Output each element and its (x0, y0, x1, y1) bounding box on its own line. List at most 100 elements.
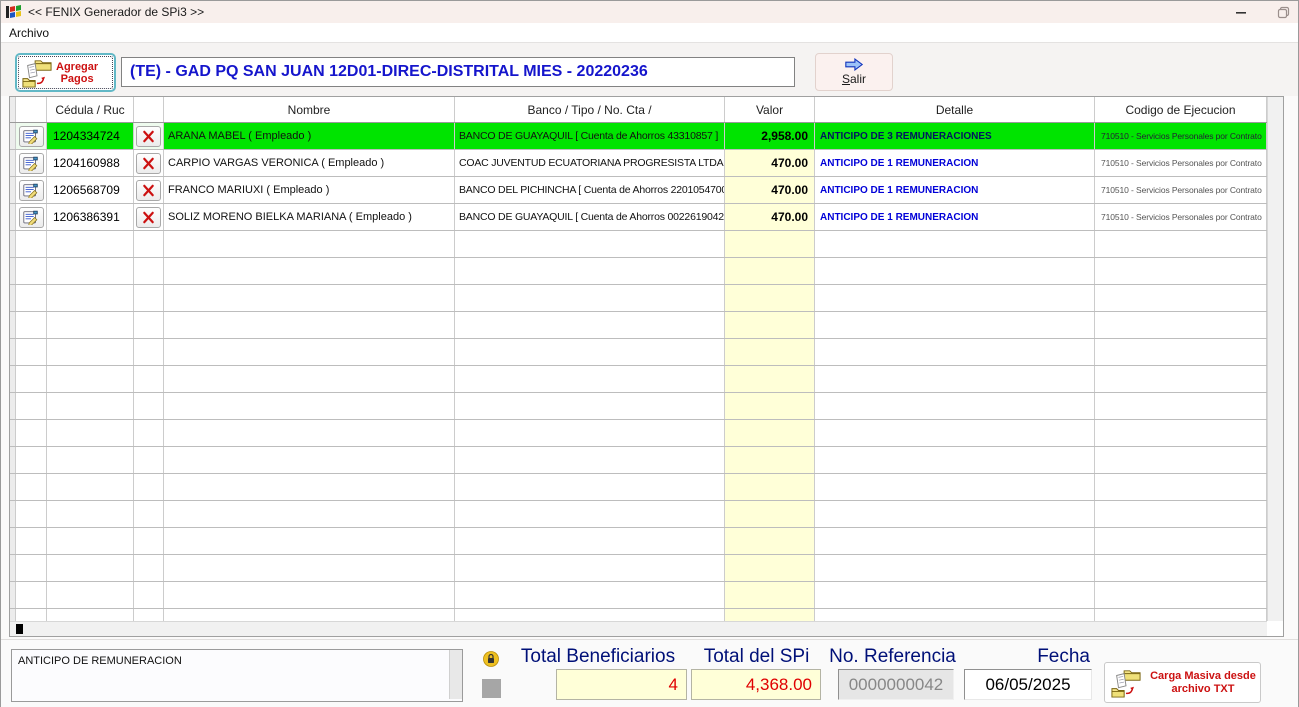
delete-cell (134, 555, 164, 581)
codigo-cell (1095, 609, 1267, 621)
bulk-load-folder-icon (1110, 668, 1142, 698)
cedula-cell (47, 528, 134, 554)
minimize-button-icon[interactable] (1232, 3, 1250, 21)
delete-cell (134, 420, 164, 446)
detalle-memo-field[interactable]: ANTICIPO DE REMUNERACION (11, 649, 463, 702)
valor-cell (725, 582, 815, 608)
codigo-cell (1095, 231, 1267, 257)
empty-table-row (10, 420, 1283, 447)
agregar-pagos-button[interactable]: Agregar Pagos (15, 53, 116, 92)
edit-row-button[interactable] (19, 207, 44, 228)
nombre-cell (164, 501, 455, 527)
detalle-cell (815, 339, 1095, 365)
cedula-cell (47, 366, 134, 392)
detalle-cell: ANTICIPO DE 1 REMUNERACION (815, 177, 1095, 203)
header-valor: Valor (725, 97, 815, 122)
table-row[interactable]: 1206568709FRANCO MARIUXI ( Empleado )BAN… (10, 177, 1283, 204)
grid-horizontal-scrollbar[interactable] (10, 621, 1267, 636)
edit-cell (16, 258, 47, 284)
edit-row-button[interactable] (19, 180, 44, 201)
detalle-cell (815, 420, 1095, 446)
valor-cell (725, 366, 815, 392)
cedula-cell (47, 393, 134, 419)
empty-table-row (10, 447, 1283, 474)
codigo-cell: 710510 - Servicios Personales por Contra… (1095, 177, 1267, 203)
delete-cell (134, 312, 164, 338)
valor-cell: 2,958.00 (725, 123, 815, 149)
valor-cell (725, 555, 815, 581)
detalle-cell (815, 474, 1095, 500)
table-row[interactable]: 1204160988CARPIO VARGAS VERONICA ( Emple… (10, 150, 1283, 177)
banco-cell: BANCO DE GUAYAQUIL [ Cuenta de Ahorros 4… (455, 123, 725, 149)
empty-table-row (10, 366, 1283, 393)
empty-table-row (10, 285, 1283, 312)
valor-cell (725, 609, 815, 621)
empty-table-row (10, 231, 1283, 258)
nombre-cell (164, 528, 455, 554)
footer-panel: ANTICIPO DE REMUNERACION Total Beneficia… (1, 639, 1298, 707)
restore-button-icon[interactable] (1274, 3, 1292, 21)
codigo-cell (1095, 528, 1267, 554)
banco-cell (455, 501, 725, 527)
nombre-cell: FRANCO MARIUXI ( Empleado ) (164, 177, 455, 203)
memo-scrollbar[interactable] (449, 650, 462, 699)
cedula-cell (47, 555, 134, 581)
detalle-cell (815, 393, 1095, 419)
valor-cell: 470.00 (725, 204, 815, 230)
header-detalle: Detalle (815, 97, 1095, 122)
banco-cell: BANCO DE GUAYAQUIL [ Cuenta de Ahorros 0… (455, 204, 725, 230)
detalle-cell (815, 258, 1095, 284)
edit-cell (16, 204, 47, 230)
delete-cell (134, 528, 164, 554)
salir-button[interactable]: Salir (815, 53, 893, 91)
edit-row-button[interactable] (19, 153, 44, 174)
toolbar: Agregar Pagos (TE) - GAD PQ SAN JUAN 12D… (1, 43, 1298, 96)
grid-body: 1204334724ARANA MABEL ( Empleado )BANCO … (10, 123, 1283, 621)
grid-vertical-scrollbar[interactable] (1267, 97, 1283, 621)
nombre-cell: ARANA MABEL ( Empleado ) (164, 123, 455, 149)
empty-table-row (10, 609, 1283, 621)
menu-archivo[interactable]: Archivo (1, 23, 57, 40)
nombre-cell (164, 393, 455, 419)
detalle-cell (815, 312, 1095, 338)
edit-row-button[interactable] (19, 126, 44, 147)
banco-cell (455, 258, 725, 284)
carga-masiva-button[interactable]: Carga Masiva desde archivo TXT (1104, 662, 1261, 703)
empty-table-row (10, 393, 1283, 420)
delete-row-button[interactable] (136, 180, 161, 201)
banco-cell (455, 474, 725, 500)
edit-cell (16, 501, 47, 527)
horizontal-scrollbar-thumb[interactable] (16, 624, 23, 634)
edit-cell (16, 231, 47, 257)
cedula-cell (47, 231, 134, 257)
cedula-cell (47, 420, 134, 446)
table-row[interactable]: 1206386391SOLIZ MORENO BIELKA MARIANA ( … (10, 204, 1283, 231)
cedula-cell: 1206568709 (47, 177, 134, 203)
edit-cell (16, 339, 47, 365)
delete-row-button[interactable] (136, 153, 161, 174)
banco-cell (455, 285, 725, 311)
codigo-cell (1095, 555, 1267, 581)
header-codigo: Codigo de Ejecucion (1095, 97, 1267, 122)
cedula-cell (47, 609, 134, 621)
table-row[interactable]: 1204334724ARANA MABEL ( Empleado )BANCO … (10, 123, 1283, 150)
valor-cell (725, 420, 815, 446)
delete-cell (134, 123, 164, 149)
delete-row-button[interactable] (136, 126, 161, 147)
delete-row-button[interactable] (136, 207, 161, 228)
fecha-field[interactable]: 06/05/2025 (964, 669, 1092, 700)
spi-title-field[interactable]: (TE) - GAD PQ SAN JUAN 12D01-DIREC-DISTR… (121, 57, 795, 87)
detalle-cell (815, 528, 1095, 554)
total-beneficiarios-label: Total Beneficiarios (508, 646, 688, 668)
valor-cell (725, 528, 815, 554)
delete-cell (134, 447, 164, 473)
detalle-cell (815, 231, 1095, 257)
valor-cell (725, 447, 815, 473)
lock-icon (483, 651, 499, 667)
codigo-cell (1095, 339, 1267, 365)
codigo-cell (1095, 393, 1267, 419)
nombre-cell: CARPIO VARGAS VERONICA ( Empleado ) (164, 150, 455, 176)
nombre-cell (164, 609, 455, 621)
detalle-cell: ANTICIPO DE 1 REMUNERACION (815, 150, 1095, 176)
edit-cell (16, 366, 47, 392)
